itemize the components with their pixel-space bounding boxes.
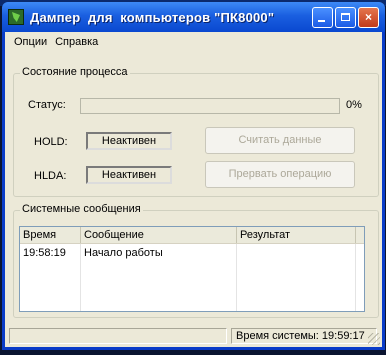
status-pane-left bbox=[9, 328, 227, 344]
abort-operation-button[interactable]: Прервать операцию bbox=[205, 161, 355, 188]
minimize-button[interactable] bbox=[312, 6, 333, 28]
process-progress-bar bbox=[80, 98, 340, 114]
menu-help[interactable]: Справка bbox=[51, 36, 102, 48]
column-time[interactable]: Время bbox=[20, 227, 81, 243]
read-data-button[interactable]: Считать данные bbox=[205, 127, 355, 154]
status-bar: Время системы: 19:59:17 bbox=[5, 325, 382, 347]
column-message[interactable]: Сообщение bbox=[81, 227, 237, 243]
system-time-pane: Время системы: 19:59:17 bbox=[231, 328, 377, 344]
hlda-label: HLDA: bbox=[34, 170, 67, 182]
window-title: Дампер для компьютеров "ПК8000" bbox=[30, 9, 275, 25]
grid-line bbox=[355, 244, 356, 311]
column-result[interactable]: Результат bbox=[237, 227, 356, 243]
row-message: Начало работы bbox=[84, 247, 163, 259]
maximize-icon bbox=[341, 13, 350, 21]
minimize-icon bbox=[318, 19, 325, 22]
grid-line bbox=[80, 244, 81, 311]
menu-options[interactable]: Опции bbox=[10, 36, 51, 48]
process-state-title: Состояние процесса bbox=[20, 66, 130, 78]
system-messages-title: Системные сообщения bbox=[20, 203, 143, 215]
dumper-window: Дампер для компьютеров "ПК8000" × Опции … bbox=[2, 2, 385, 350]
process-state-group: Состояние процесса Статус: 0% HOLD: Неак… bbox=[13, 66, 379, 197]
grid-line bbox=[236, 244, 237, 311]
hold-label: HOLD: bbox=[34, 136, 68, 148]
system-messages-group: Системные сообщения Время Сообщение Резу… bbox=[13, 203, 379, 318]
hlda-status: Неактивен bbox=[86, 166, 172, 184]
row-time: 19:58:19 bbox=[23, 247, 66, 259]
menu-bar: Опции Справка bbox=[5, 32, 382, 52]
progress-percent: 0% bbox=[346, 99, 362, 111]
app-icon[interactable] bbox=[8, 9, 24, 25]
table-row[interactable]: 19:58:19 Начало работы bbox=[20, 244, 364, 260]
title-bar[interactable]: Дампер для компьютеров "ПК8000" × bbox=[2, 2, 385, 32]
messages-list[interactable]: Время Сообщение Результат 19:58:19 Начал… bbox=[19, 226, 365, 312]
messages-list-body: 19:58:19 Начало работы bbox=[20, 244, 364, 311]
close-button[interactable]: × bbox=[358, 6, 379, 28]
maximize-button[interactable] bbox=[335, 6, 356, 28]
resize-grip[interactable] bbox=[368, 333, 380, 345]
client-area: Опции Справка Состояние процесса Статус:… bbox=[5, 32, 382, 347]
row-result bbox=[237, 244, 356, 260]
hold-status: Неактивен bbox=[86, 132, 172, 150]
close-icon: × bbox=[364, 10, 372, 24]
status-label: Статус: bbox=[28, 99, 66, 111]
messages-list-header: Время Сообщение Результат bbox=[20, 227, 364, 244]
